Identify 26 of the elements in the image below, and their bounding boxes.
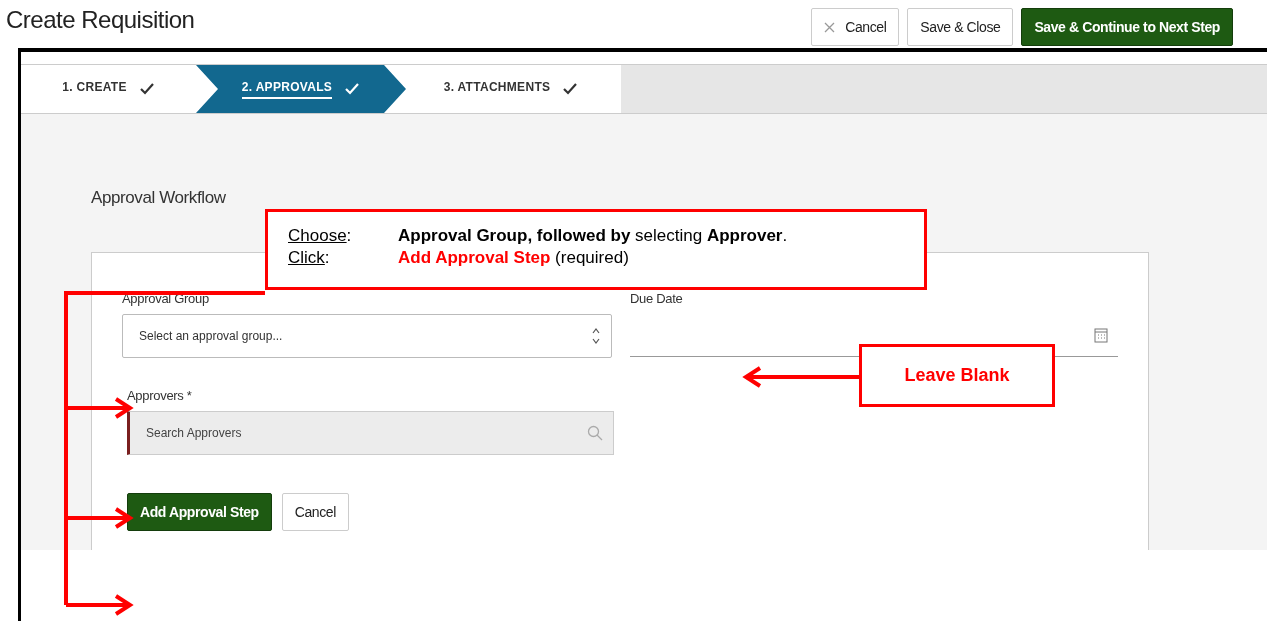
sort-icon: [591, 326, 601, 346]
step-tab[interactable]: 2. APPROVALS: [196, 65, 406, 113]
note-callout: Leave Blank: [859, 344, 1055, 407]
field-label: Due Date: [630, 291, 684, 306]
page-title: Create Requisition: [6, 6, 196, 34]
continue-button[interactable]: Save & Continue to Next Step: [1021, 8, 1233, 46]
section-title: Approval Workflow: [91, 188, 227, 208]
check-icon: [344, 82, 361, 96]
cancel-button[interactable]: Cancel: [811, 8, 900, 46]
search-icon: [587, 425, 603, 441]
cancel-button[interactable]: Cancel: [281, 493, 349, 531]
approval-group-select[interactable]: Select an approval group...: [122, 314, 612, 358]
callout-key: Click:: [288, 248, 398, 268]
callout-text: Add Approval Step (required): [398, 248, 630, 268]
save-button[interactable]: Save & Close: [907, 8, 1014, 46]
close-icon: [824, 21, 836, 33]
calendar-icon: [1094, 327, 1108, 343]
pointer-arrow: [66, 594, 134, 616]
callout-text: Approval Group, followed by selecting Approver.: [398, 226, 789, 246]
check-icon: [138, 82, 155, 96]
add-step-button[interactable]: Add Approval Step: [127, 493, 272, 531]
pointer-arrow: [66, 507, 134, 529]
callout-key: Choose:: [288, 226, 398, 246]
approvers-search-field[interactable]: Search Approvers: [127, 411, 614, 455]
check-icon: [562, 82, 579, 96]
field-label: Approvers *: [127, 388, 193, 403]
